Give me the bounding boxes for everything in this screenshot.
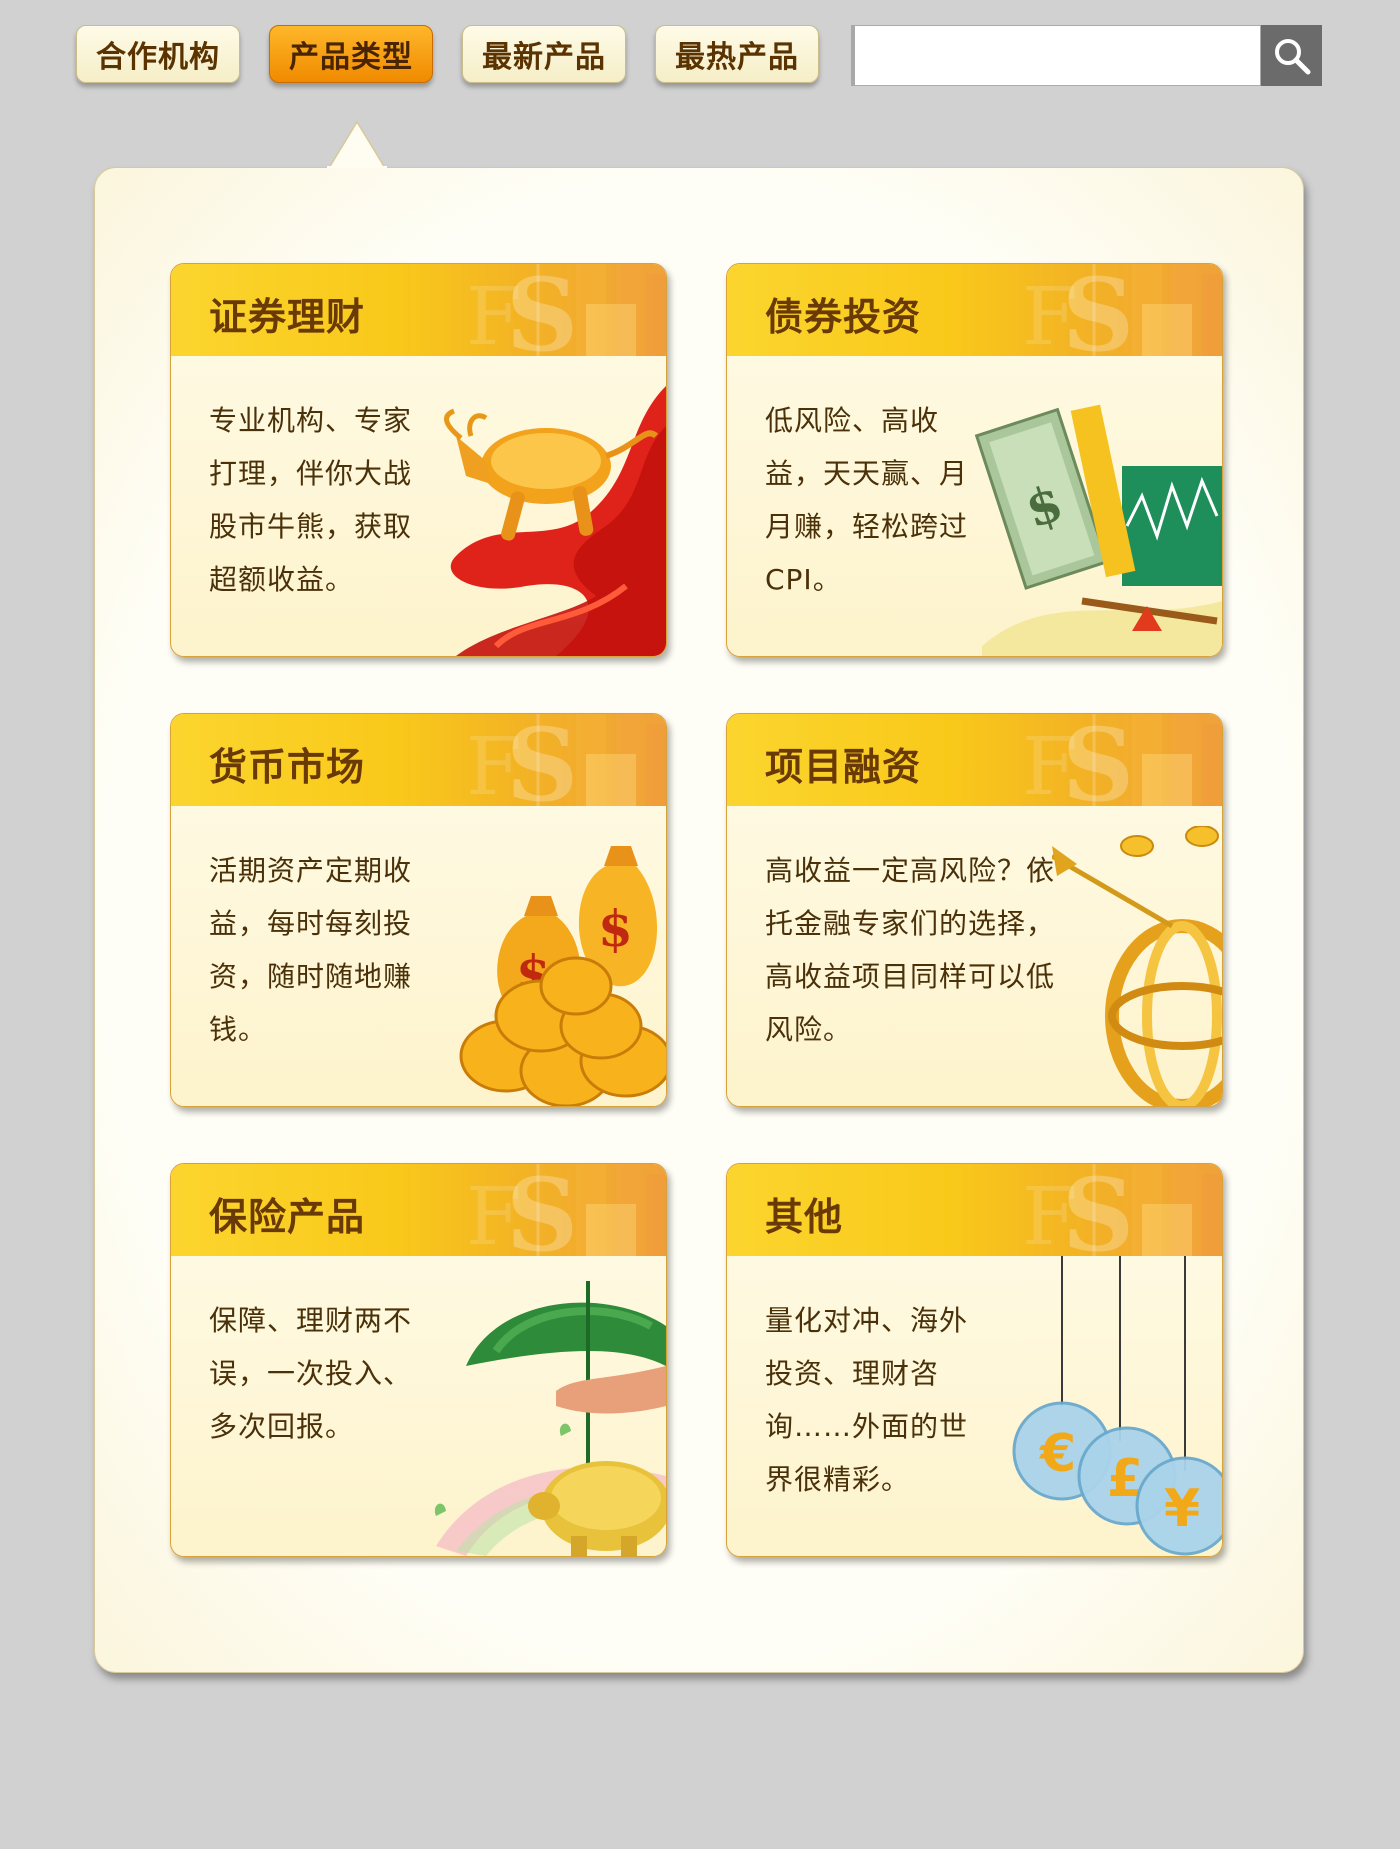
card-description: 专业机构、专家打理，伴你大战股市牛熊，获取超额收益。: [209, 404, 413, 596]
card-header: 保险产品: [171, 1164, 666, 1256]
card-title: 保险产品: [209, 1195, 366, 1239]
dollar-watermark-icon: [1022, 264, 1222, 356]
card-money-market[interactable]: 货币市场 活期资产定期收益，每时每刻投资，随时随地赚钱。 $ $: [170, 713, 667, 1107]
tab-hottest-products[interactable]: 最热产品: [655, 25, 819, 83]
tab-latest-products[interactable]: 最新产品: [462, 25, 626, 83]
card-title: 债券投资: [765, 295, 922, 339]
card-header: 货币市场: [171, 714, 666, 806]
money-bags-icon: $ $: [459, 846, 666, 1106]
card-project-financing[interactable]: 项目融资 高收益一定高风险？依托金融专家们的选择，高收益项目同样可以低风险。: [726, 713, 1223, 1107]
dollar-watermark-icon: [1022, 714, 1222, 806]
dollar-watermark-icon: [466, 264, 666, 356]
umbrella-piggybank-icon: [434, 1281, 666, 1556]
card-header: 证券理财: [171, 264, 666, 356]
card-insurance[interactable]: 保险产品 保障、理财两不误，一次投入、多次回报。: [170, 1163, 667, 1557]
golden-bull-icon: [444, 386, 666, 656]
golden-globe-icon: [1052, 826, 1222, 1106]
svg-text:$: $: [598, 899, 633, 958]
currency-bubbles-icon: € £ ¥: [1012, 1256, 1222, 1556]
search-input[interactable]: [858, 30, 1253, 81]
card-description: 高收益一定高风险？依托金融专家们的选择，高收益项目同样可以低风险。: [765, 854, 1056, 1046]
search-icon: [1274, 38, 1310, 74]
search-button[interactable]: [1261, 25, 1322, 86]
card-securities[interactable]: 证券理财 专业机构、专家打理，伴你大战股市牛熊，获取超额收益。: [170, 263, 667, 657]
card-description: 活期资产定期收益，每时每刻投资，随时随地赚钱。: [209, 854, 413, 1046]
svg-text:¥: ¥: [1164, 1479, 1200, 1539]
tab-partner-institutions[interactable]: 合作机构: [76, 25, 240, 83]
dollar-watermark-icon: [466, 1164, 666, 1256]
dollar-watermark-icon: [466, 714, 666, 806]
card-title: 证券理财: [209, 295, 366, 339]
card-title: 其他: [765, 1195, 844, 1239]
card-description: 低风险、高收益，天天赢、月月赚，轻松跨过CPI。: [765, 404, 969, 596]
card-header: 其他: [727, 1164, 1222, 1256]
card-title: 项目融资: [765, 745, 922, 789]
card-title: 货币市场: [209, 745, 366, 789]
card-header: 项目融资: [727, 714, 1222, 806]
dollar-watermark-icon: [1022, 1164, 1222, 1256]
panel-pointer-arrow: [327, 120, 387, 168]
card-others[interactable]: 其他 量化对冲、海外投资、理财咨询……外面的世界很精彩。 € £ ¥: [726, 1163, 1223, 1557]
card-description: 量化对冲、海外投资、理财咨询……外面的世界很精彩。: [765, 1304, 969, 1496]
card-bonds[interactable]: 债券投资 低风险、高收益，天天赢、月月赚，轻松跨过CPI。 $: [726, 263, 1223, 657]
money-chart-icon: $: [974, 404, 1222, 656]
tab-product-types[interactable]: 产品类型: [269, 25, 433, 83]
svg-text:€: €: [1039, 1424, 1076, 1484]
card-header: 债券投资: [727, 264, 1222, 356]
